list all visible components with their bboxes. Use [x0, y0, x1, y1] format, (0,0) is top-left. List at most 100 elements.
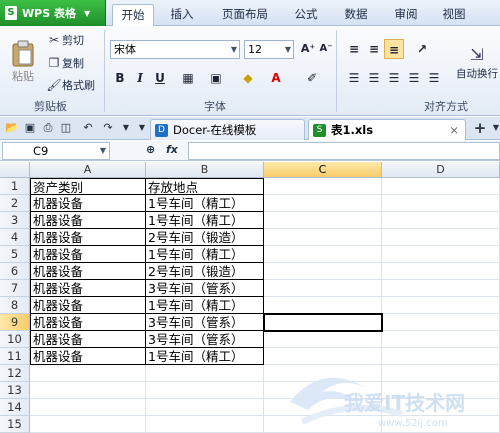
align-middle-button[interactable]: ≡ — [364, 39, 384, 59]
cell-b3[interactable]: 1号车间（精工） — [146, 212, 264, 229]
row-header[interactable]: 6 — [0, 263, 30, 280]
cell-a10[interactable]: 机器设备 — [30, 331, 146, 348]
cell-b12[interactable] — [146, 365, 264, 382]
shrink-font-button[interactable]: A⁻ — [316, 39, 336, 59]
paste-button[interactable]: 粘贴 — [6, 32, 40, 92]
cell-a7[interactable]: 机器设备 — [30, 280, 146, 297]
distributed-button[interactable]: ☰ — [424, 68, 444, 88]
chevron-down-icon[interactable]: ▼ — [134, 120, 150, 136]
zoom-icon[interactable]: ⊕ — [146, 143, 155, 156]
grow-font-button[interactable]: A⁺ — [298, 39, 318, 59]
underline-button[interactable]: U — [150, 68, 170, 88]
cell-b5[interactable]: 1号车间（精工） — [146, 246, 264, 263]
cell-c12[interactable] — [264, 365, 382, 382]
cell-c11[interactable] — [264, 348, 382, 365]
cell-b10[interactable]: 3号车间（管系） — [146, 331, 264, 348]
select-all-corner[interactable] — [0, 162, 30, 178]
row-header[interactable]: 11 — [0, 348, 30, 365]
bold-button[interactable]: B — [110, 68, 130, 88]
cell-b1[interactable]: 存放地点 — [146, 178, 264, 195]
italic-button[interactable]: I — [130, 68, 150, 88]
cell-c3[interactable] — [264, 212, 382, 229]
column-header-a[interactable]: A — [30, 162, 146, 178]
cell-d4[interactable] — [382, 229, 500, 246]
cell-c5[interactable] — [264, 246, 382, 263]
cell-d7[interactable] — [382, 280, 500, 297]
menu-home[interactable]: 开始 — [112, 4, 154, 26]
cell-a8[interactable]: 机器设备 — [30, 297, 146, 314]
font-size-select[interactable]: 12 ▼ — [244, 40, 294, 59]
cell-b11[interactable]: 1号车间（精工） — [146, 348, 264, 365]
cell-d2[interactable] — [382, 195, 500, 212]
menu-formulas[interactable]: 公式 — [286, 4, 326, 26]
row-header[interactable]: 10 — [0, 331, 30, 348]
cell-c4[interactable] — [264, 229, 382, 246]
row-header[interactable]: 2 — [0, 195, 30, 212]
sheet-grid[interactable]: A B C D 1 资产类别 存放地点 2 机器设备 1号车间（精工） 3 机器设备 1号车间（精工） 4… — [0, 162, 500, 433]
align-center-button[interactable]: ☰ — [364, 68, 384, 88]
print-preview-icon[interactable]: ◫ — [58, 120, 74, 136]
menu-data[interactable]: 数据 — [336, 4, 376, 26]
clear-format-button[interactable]: ✐ — [302, 68, 322, 88]
tab-docer[interactable]: D Docer-在线模板 — [150, 119, 305, 140]
insert-function-button[interactable]: fx — [166, 143, 178, 156]
cell-b13[interactable] — [146, 382, 264, 399]
row-header[interactable]: 1 — [0, 178, 30, 195]
menu-review[interactable]: 审阅 — [386, 4, 426, 26]
row-header[interactable]: 15 — [0, 416, 30, 433]
column-header-b[interactable]: B — [146, 162, 264, 178]
cell-c8[interactable] — [264, 297, 382, 314]
cell-a14[interactable] — [30, 399, 146, 416]
cell-a13[interactable] — [30, 382, 146, 399]
formula-input[interactable] — [188, 142, 500, 160]
align-top-button[interactable]: ≡ — [344, 39, 364, 59]
row-header[interactable]: 9 — [0, 314, 30, 331]
open-folder-icon[interactable]: 📂 — [4, 120, 20, 136]
cell-d12[interactable] — [382, 365, 500, 382]
cell-c6[interactable] — [264, 263, 382, 280]
cell-a11[interactable]: 机器设备 — [30, 348, 146, 365]
cell-b2[interactable]: 1号车间（精工） — [146, 195, 264, 212]
cell-d13[interactable] — [382, 382, 500, 399]
orientation-button[interactable]: ↗ — [412, 39, 432, 59]
cell-a5[interactable]: 机器设备 — [30, 246, 146, 263]
name-box[interactable]: C9 ▼ — [2, 142, 110, 160]
cell-b14[interactable] — [146, 399, 264, 416]
justify-button[interactable]: ☰ — [404, 68, 424, 88]
print-icon[interactable]: ⎙ — [40, 120, 56, 136]
chevron-down-icon[interactable]: ▼ — [488, 120, 500, 136]
cell-a12[interactable] — [30, 365, 146, 382]
wrap-text-button[interactable]: ⇲ 自动换行 — [454, 32, 500, 92]
font-color-button[interactable]: A — [266, 68, 286, 88]
column-header-c[interactable]: C — [264, 162, 382, 178]
cell-b9[interactable]: 3号车间（管系） — [146, 314, 264, 331]
cell-d1[interactable] — [382, 178, 500, 195]
row-header[interactable]: 14 — [0, 399, 30, 416]
cell-a9[interactable]: 机器设备 — [30, 314, 146, 331]
wps-logo-button[interactable]: S WPS 表格 ▼ — [0, 0, 106, 26]
cell-b6[interactable]: 2号车间（锻造） — [146, 263, 264, 280]
cell-a15[interactable] — [30, 416, 146, 433]
cut-button[interactable]: ✂ 剪切 — [46, 32, 84, 48]
cell-d15[interactable] — [382, 416, 500, 433]
cell-c10[interactable] — [264, 331, 382, 348]
close-icon[interactable]: × — [449, 123, 459, 137]
cell-c7[interactable] — [264, 280, 382, 297]
cell-d11[interactable] — [382, 348, 500, 365]
align-left-button[interactable]: ☰ — [344, 68, 364, 88]
cell-a6[interactable]: 机器设备 — [30, 263, 146, 280]
save-icon[interactable]: ▣ — [22, 120, 38, 136]
merge-button[interactable]: ▣ — [206, 68, 226, 88]
row-header[interactable]: 13 — [0, 382, 30, 399]
new-tab-button[interactable]: + — [472, 120, 488, 136]
tab-file[interactable]: S 表1.xls × — [308, 119, 466, 140]
column-header-d[interactable]: D — [382, 162, 500, 178]
cell-c1[interactable] — [264, 178, 382, 195]
cell-b7[interactable]: 3号车间（管系） — [146, 280, 264, 297]
redo-icon[interactable]: ↷ — [100, 120, 116, 136]
copy-button[interactable]: ❐ 复制 — [46, 55, 84, 71]
cell-b15[interactable] — [146, 416, 264, 433]
font-name-select[interactable]: 宋体 ▼ — [110, 40, 240, 59]
cell-b4[interactable]: 2号车间（锻造） — [146, 229, 264, 246]
cell-d6[interactable] — [382, 263, 500, 280]
